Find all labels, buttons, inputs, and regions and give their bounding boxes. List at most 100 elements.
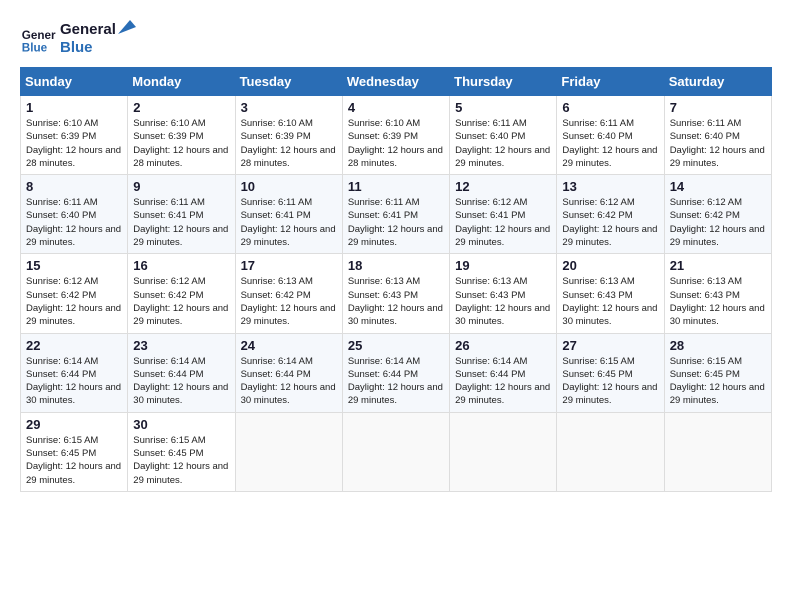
day-info: Sunrise: 6:13 AMSunset: 6:43 PMDaylight:… [562,275,658,328]
day-info: Sunrise: 6:13 AMSunset: 6:43 PMDaylight:… [670,275,766,328]
day-number: 26 [455,338,551,353]
calendar-day-cell: 23 Sunrise: 6:14 AMSunset: 6:44 PMDayligh… [128,333,235,412]
day-number: 24 [241,338,337,353]
logo-line2: Blue [60,39,136,57]
column-header-thursday: Thursday [450,68,557,96]
day-number: 16 [133,258,229,273]
calendar-day-cell: 12 Sunrise: 6:12 AMSunset: 6:41 PMDayligh… [450,175,557,254]
calendar-day-cell: 11 Sunrise: 6:11 AMSunset: 6:41 PMDayligh… [342,175,449,254]
day-info: Sunrise: 6:13 AMSunset: 6:43 PMDaylight:… [348,275,444,328]
day-number: 7 [670,100,766,115]
column-header-tuesday: Tuesday [235,68,342,96]
calendar-day-cell: 28Sunrise: 6:15 AMSunset: 6:45 PMDayligh… [664,333,771,412]
column-header-wednesday: Wednesday [342,68,449,96]
calendar-day-cell: 5 Sunrise: 6:11 AMSunset: 6:40 PMDaylight… [450,96,557,175]
calendar-day-cell: 4 Sunrise: 6:10 AMSunset: 6:39 PMDaylight… [342,96,449,175]
column-header-friday: Friday [557,68,664,96]
calendar-day-cell: 22 Sunrise: 6:14 AMSunset: 6:44 PMDayligh… [21,333,128,412]
day-info: Sunrise: 6:11 AMSunset: 6:40 PMDaylight:… [562,117,658,170]
day-info: Sunrise: 6:12 AMSunset: 6:41 PMDaylight:… [455,196,551,249]
day-info: Sunrise: 6:14 AMSunset: 6:44 PMDaylight:… [26,355,122,408]
svg-text:Blue: Blue [22,41,48,54]
day-info: Sunrise: 6:14 AMSunset: 6:44 PMDaylight:… [455,355,551,408]
calendar-day-cell: 24Sunrise: 6:14 AMSunset: 6:44 PMDayligh… [235,333,342,412]
logo: General Blue General Blue [20,20,136,57]
day-info: Sunrise: 6:11 AMSunset: 6:41 PMDaylight:… [133,196,229,249]
logo-line1: General [60,20,136,39]
day-info: Sunrise: 6:11 AMSunset: 6:40 PMDaylight:… [26,196,122,249]
calendar-empty-cell [664,412,771,491]
calendar-day-cell: 16 Sunrise: 6:12 AMSunset: 6:42 PMDayligh… [128,254,235,333]
calendar-day-cell: 18 Sunrise: 6:13 AMSunset: 6:43 PMDayligh… [342,254,449,333]
day-number: 11 [348,179,444,194]
calendar-day-cell: 8 Sunrise: 6:11 AMSunset: 6:40 PMDaylight… [21,175,128,254]
calendar-header-row: SundayMondayTuesdayWednesdayThursdayFrid… [21,68,772,96]
calendar-week-row: 15 Sunrise: 6:12 AMSunset: 6:42 PMDayligh… [21,254,772,333]
day-info: Sunrise: 6:10 AMSunset: 6:39 PMDaylight:… [241,117,337,170]
calendar-empty-cell [235,412,342,491]
calendar-day-cell: 25 Sunrise: 6:14 AMSunset: 6:44 PMDayligh… [342,333,449,412]
day-info: Sunrise: 6:10 AMSunset: 6:39 PMDaylight:… [26,117,122,170]
calendar-empty-cell [342,412,449,491]
calendar-day-cell: 19 Sunrise: 6:13 AMSunset: 6:43 PMDayligh… [450,254,557,333]
calendar-day-cell: 26 Sunrise: 6:14 AMSunset: 6:44 PMDayligh… [450,333,557,412]
day-info: Sunrise: 6:15 AMSunset: 6:45 PMDaylight:… [26,434,122,487]
day-number: 19 [455,258,551,273]
calendar-day-cell: 21 Sunrise: 6:13 AMSunset: 6:43 PMDayligh… [664,254,771,333]
calendar-day-cell: 6 Sunrise: 6:11 AMSunset: 6:40 PMDaylight… [557,96,664,175]
calendar-table: SundayMondayTuesdayWednesdayThursdayFrid… [20,67,772,492]
day-number: 8 [26,179,122,194]
day-info: Sunrise: 6:12 AMSunset: 6:42 PMDaylight:… [670,196,766,249]
day-info: Sunrise: 6:11 AMSunset: 6:41 PMDaylight:… [348,196,444,249]
day-number: 15 [26,258,122,273]
calendar-day-cell: 17 Sunrise: 6:13 AMSunset: 6:42 PMDayligh… [235,254,342,333]
day-number: 1 [26,100,122,115]
svg-text:General: General [22,29,56,42]
calendar-day-cell: 15Sunrise: 6:12 AMSunset: 6:42 PMDayligh… [21,254,128,333]
day-info: Sunrise: 6:11 AMSunset: 6:40 PMDaylight:… [455,117,551,170]
day-info: Sunrise: 6:12 AMSunset: 6:42 PMDaylight:… [133,275,229,328]
day-info: Sunrise: 6:13 AMSunset: 6:42 PMDaylight:… [241,275,337,328]
day-info: Sunrise: 6:10 AMSunset: 6:39 PMDaylight:… [133,117,229,170]
day-info: Sunrise: 6:14 AMSunset: 6:44 PMDaylight:… [133,355,229,408]
day-number: 4 [348,100,444,115]
day-number: 25 [348,338,444,353]
day-info: Sunrise: 6:15 AMSunset: 6:45 PMDaylight:… [562,355,658,408]
day-number: 12 [455,179,551,194]
logo-bird-icon [118,20,136,34]
day-number: 23 [133,338,229,353]
calendar-day-cell: 10 Sunrise: 6:11 AMSunset: 6:41 PMDayligh… [235,175,342,254]
calendar-day-cell: 9 Sunrise: 6:11 AMSunset: 6:41 PMDaylight… [128,175,235,254]
day-info: Sunrise: 6:10 AMSunset: 6:39 PMDaylight:… [348,117,444,170]
day-info: Sunrise: 6:14 AMSunset: 6:44 PMDaylight:… [348,355,444,408]
calendar-day-cell: 7 Sunrise: 6:11 AMSunset: 6:40 PMDaylight… [664,96,771,175]
column-header-sunday: Sunday [21,68,128,96]
page-header: General Blue General Blue [20,20,772,57]
calendar-day-cell: 3 Sunrise: 6:10 AMSunset: 6:39 PMDaylight… [235,96,342,175]
day-number: 29 [26,417,122,432]
calendar-day-cell: 14Sunrise: 6:12 AMSunset: 6:42 PMDayligh… [664,175,771,254]
calendar-day-cell: 20Sunrise: 6:13 AMSunset: 6:43 PMDayligh… [557,254,664,333]
day-number: 3 [241,100,337,115]
day-info: Sunrise: 6:11 AMSunset: 6:41 PMDaylight:… [241,196,337,249]
calendar-day-cell: 29 Sunrise: 6:15 AMSunset: 6:45 PMDayligh… [21,412,128,491]
day-number: 10 [241,179,337,194]
day-number: 9 [133,179,229,194]
day-info: Sunrise: 6:12 AMSunset: 6:42 PMDaylight:… [562,196,658,249]
day-number: 13 [562,179,658,194]
calendar-empty-cell [450,412,557,491]
calendar-day-cell: 1 Sunrise: 6:10 AMSunset: 6:39 PMDaylight… [21,96,128,175]
day-info: Sunrise: 6:11 AMSunset: 6:40 PMDaylight:… [670,117,766,170]
day-number: 18 [348,258,444,273]
day-number: 5 [455,100,551,115]
calendar-day-cell: 27Sunrise: 6:15 AMSunset: 6:45 PMDayligh… [557,333,664,412]
day-number: 22 [26,338,122,353]
day-info: Sunrise: 6:13 AMSunset: 6:43 PMDaylight:… [455,275,551,328]
day-number: 6 [562,100,658,115]
calendar-week-row: 1 Sunrise: 6:10 AMSunset: 6:39 PMDaylight… [21,96,772,175]
day-number: 17 [241,258,337,273]
day-number: 21 [670,258,766,273]
day-info: Sunrise: 6:15 AMSunset: 6:45 PMDaylight:… [133,434,229,487]
day-number: 30 [133,417,229,432]
calendar-week-row: 8 Sunrise: 6:11 AMSunset: 6:40 PMDaylight… [21,175,772,254]
